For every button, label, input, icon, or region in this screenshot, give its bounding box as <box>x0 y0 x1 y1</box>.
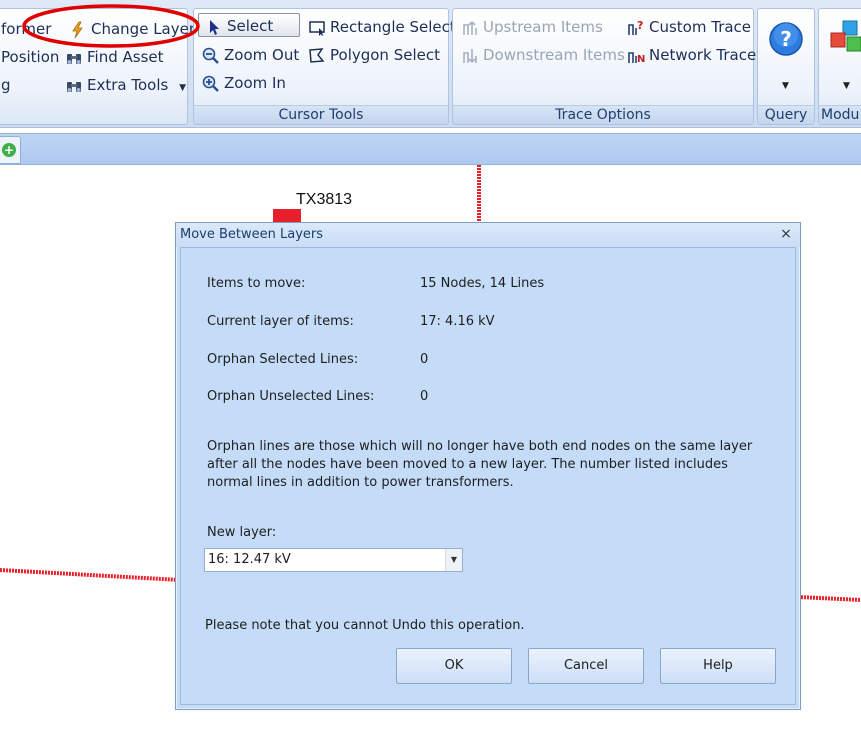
orphan-selected-value: 0 <box>420 352 429 367</box>
plus-icon: + <box>2 143 16 157</box>
ok-button[interactable]: OK <box>396 648 512 684</box>
orphan-unselected-value: 0 <box>420 389 429 404</box>
ribbon-group-cursor-tools: Select Zoom Out Zoom In Rectangle Select <box>193 8 456 125</box>
modules-button[interactable] <box>827 19 861 59</box>
items-to-move-label: Items to move: <box>207 276 306 291</box>
rectangle-select-button[interactable]: Rectangle Select <box>308 15 456 39</box>
polygon-select-button[interactable]: Polygon Select <box>308 43 440 67</box>
network-line <box>0 568 181 582</box>
custom-trace-icon: ? <box>628 19 643 35</box>
help-question-icon: ? <box>769 22 803 56</box>
dialog-body: Items to move: 15 Nodes, 14 Lines Curren… <box>180 247 796 705</box>
zoom-out-button[interactable]: Zoom Out <box>202 43 299 67</box>
new-layer-select[interactable]: 16: 12.47 kV ▼ <box>204 548 463 572</box>
cubes-icon <box>830 20 861 52</box>
custom-trace-button[interactable]: ? Custom Trace <box>627 15 751 39</box>
select-button[interactable]: Select <box>198 13 300 37</box>
dialog-titlebar[interactable]: Move Between Layers × <box>176 223 800 247</box>
ribbon-item-clipped[interactable]: g <box>1 73 11 97</box>
ribbon-group-modules: ▼ Modu <box>818 8 861 125</box>
orphan-selected-label: Orphan Selected Lines: <box>207 352 359 367</box>
undo-warning: Please note that you cannot Undo this op… <box>205 618 525 633</box>
new-layer-label: New layer: <box>207 525 277 540</box>
svg-text:?: ? <box>780 27 792 51</box>
move-between-layers-dialog: Move Between Layers × Items to move: 15 … <box>175 222 801 710</box>
dropdown-arrow-icon[interactable]: ▼ <box>843 81 850 91</box>
ribbon-group-trace-options: Upstream Items Downstream Items ? Custom… <box>452 8 756 125</box>
upstream-items-button[interactable]: Upstream Items <box>461 15 603 39</box>
extra-tools-button[interactable]: Extra Tools ▼ <box>65 73 186 97</box>
svg-text:N: N <box>637 54 645 65</box>
help-button[interactable]: Help <box>660 648 776 684</box>
ribbon-group-label: Trace Options <box>453 105 753 124</box>
ribbon-group-label: Modu <box>819 105 861 124</box>
current-layer-value: 17: 4.16 kV <box>420 314 495 329</box>
network-line <box>797 595 861 602</box>
transformer-node <box>273 209 301 223</box>
downstream-items-button[interactable]: Downstream Items <box>461 43 625 67</box>
network-trace-button[interactable]: N Network Trace <box>627 43 756 67</box>
network-trace-icon: N <box>628 51 645 65</box>
ribbon-group-label: Query <box>758 105 814 124</box>
dropdown-arrow-icon[interactable]: ▼ <box>782 81 789 91</box>
add-tab-button[interactable]: + <box>0 136 21 164</box>
upstream-trace-icon <box>463 20 477 35</box>
items-to-move-value: 15 Nodes, 14 Lines <box>420 276 545 291</box>
chevron-down-icon[interactable]: ▼ <box>445 549 462 571</box>
new-layer-value: 16: 12.47 kV <box>208 552 291 567</box>
binoculars-icon <box>67 81 81 92</box>
cancel-button[interactable]: Cancel <box>528 648 644 684</box>
downstream-trace-icon <box>463 48 477 63</box>
ribbon-group-label: Cursor Tools <box>194 105 448 124</box>
ribbon-group-query: ? ▼ Query <box>757 8 815 125</box>
zoom-in-button[interactable]: Zoom In <box>202 71 286 95</box>
svg-text:?: ? <box>637 19 643 32</box>
annotation-circle <box>22 4 200 48</box>
dropdown-arrow-icon: ▼ <box>179 83 187 93</box>
polygon-select-icon <box>309 47 325 63</box>
cursor-arrow-icon <box>210 19 219 35</box>
binoculars-icon <box>67 53 81 64</box>
orphan-lines-note: Orphan lines are those which will no lon… <box>207 439 753 490</box>
dialog-title: Move Between Layers <box>180 227 324 242</box>
rectangle-select-icon <box>309 20 325 36</box>
node-label: TX3813 <box>296 191 353 208</box>
orphan-unselected-label: Orphan Unselected Lines: <box>207 389 375 404</box>
zoom-out-icon <box>202 47 219 64</box>
zoom-in-icon <box>202 75 219 92</box>
close-button[interactable]: × <box>778 225 794 243</box>
document-tab-strip: + <box>0 133 861 165</box>
query-button[interactable]: ? <box>768 21 804 57</box>
current-layer-label: Current layer of items: <box>207 314 354 329</box>
